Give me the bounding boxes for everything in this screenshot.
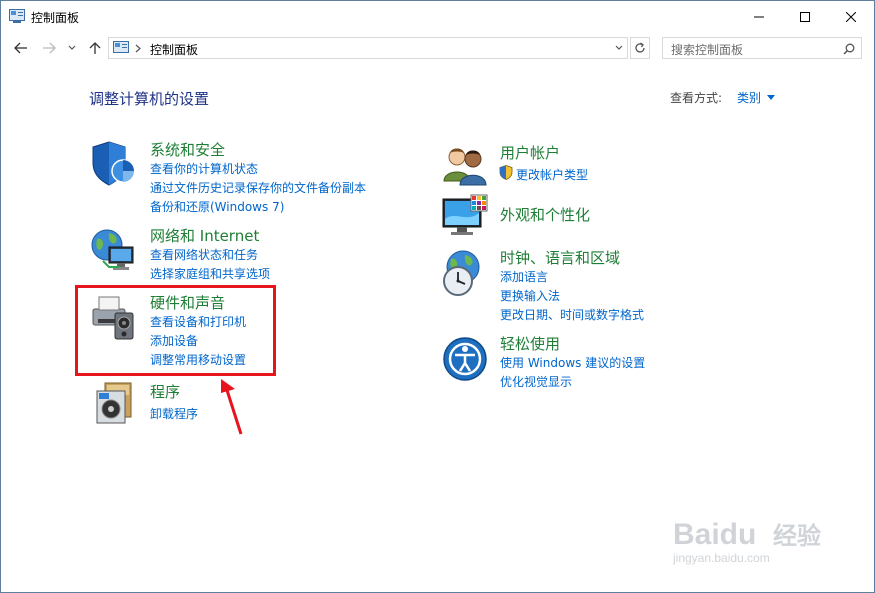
minimize-button[interactable] xyxy=(736,1,782,32)
highlight-box xyxy=(75,285,276,376)
back-button[interactable] xyxy=(11,38,31,58)
chevron-down-icon xyxy=(68,45,76,50)
address-dropdown-icon[interactable] xyxy=(615,45,623,51)
shield-icon[interactable] xyxy=(89,139,137,187)
address-bar[interactable]: 控制面板 xyxy=(108,37,628,59)
category-title-user-accounts[interactable]: 用户帐户 xyxy=(500,142,560,163)
up-arrow-icon xyxy=(89,42,101,54)
link-windows-recommended-settings[interactable]: 使用 Windows 建议的设置 xyxy=(500,354,645,371)
link-change-date-time-format[interactable]: 更改日期、时间或数字格式 xyxy=(500,306,644,323)
back-arrow-icon xyxy=(14,42,27,54)
address-path: 控制面板 xyxy=(150,43,199,57)
clock-globe-icon[interactable] xyxy=(441,249,489,297)
search-input[interactable]: 搜索控制面板 xyxy=(671,41,743,58)
control-panel-icon xyxy=(113,41,129,53)
link-uninstall-program[interactable]: 卸载程序 xyxy=(150,405,198,422)
baidu-jingyan-watermark: Baidu 经验 jingyan.baidu.com xyxy=(672,506,823,570)
baidu-watermark-logo: Baidu 经验 jingyan.baidu.com xyxy=(672,518,821,565)
monitor-palette-icon[interactable] xyxy=(441,193,489,241)
category-title-ease-of-access[interactable]: 轻松使用 xyxy=(500,333,560,354)
view-by-chevron-icon[interactable] xyxy=(767,95,775,100)
category-title-appearance-personalization[interactable]: 外观和个性化 xyxy=(500,204,590,225)
svg-text:经验: 经验 xyxy=(773,522,821,550)
view-by-label: 查看方式: xyxy=(670,91,723,105)
uac-shield-icon xyxy=(499,165,513,180)
control-panel-window: 控制面板 控制面板 搜索控制面板 调整计算机的设置 查看方式: 类别 系统和安全… xyxy=(0,0,875,593)
minimize-icon xyxy=(754,16,764,17)
link-change-input-method[interactable]: 更换输入法 xyxy=(500,287,560,304)
close-icon xyxy=(846,11,856,22)
link-view-computer-status[interactable]: 查看你的计算机状态 xyxy=(150,160,258,177)
link-backup-restore[interactable]: 备份和还原(Windows 7) xyxy=(150,198,284,215)
category-title-system-security[interactable]: 系统和安全 xyxy=(150,139,225,160)
maximize-button[interactable] xyxy=(782,1,828,32)
programs-icon[interactable] xyxy=(89,379,137,427)
up-button[interactable] xyxy=(85,38,105,58)
category-title-clock-language-region[interactable]: 时钟、语言和区域 xyxy=(500,247,620,268)
close-button[interactable] xyxy=(828,1,874,32)
svg-text:Baidu: Baidu xyxy=(673,518,756,551)
maximize-icon xyxy=(800,11,810,22)
refresh-icon xyxy=(635,42,645,53)
link-file-history-backup[interactable]: 通过文件历史记录保存你的文件备份副本 xyxy=(150,179,366,196)
users-icon[interactable] xyxy=(441,141,489,189)
page-heading: 调整计算机的设置 xyxy=(89,90,210,108)
link-view-network-status[interactable]: 查看网络状态和任务 xyxy=(150,246,258,263)
forward-button[interactable] xyxy=(39,38,59,58)
title-bar: 控制面板 xyxy=(1,1,874,32)
svg-text:jingyan.baidu.com: jingyan.baidu.com xyxy=(673,551,770,565)
window-title: 控制面板 xyxy=(31,11,80,25)
ease-of-access-icon[interactable] xyxy=(441,335,489,383)
view-by-dropdown[interactable]: 类别 xyxy=(737,89,761,106)
search-box[interactable]: 搜索控制面板 xyxy=(662,37,862,59)
link-optimize-visual-display[interactable]: 优化视觉显示 xyxy=(500,373,572,390)
category-title-network-internet[interactable]: 网络和 Internet xyxy=(150,225,259,246)
network-globe-icon[interactable] xyxy=(89,225,137,273)
annotation-arrow-icon xyxy=(221,379,243,435)
link-change-account-type[interactable]: 更改帐户类型 xyxy=(516,166,588,183)
recent-locations-button[interactable] xyxy=(65,38,79,58)
search-icon[interactable] xyxy=(843,43,855,55)
refresh-button[interactable] xyxy=(630,37,650,59)
link-homegroup-sharing[interactable]: 选择家庭组和共享选项 xyxy=(150,265,270,282)
forward-arrow-icon xyxy=(43,42,56,54)
control-panel-icon xyxy=(9,9,25,23)
category-title-programs[interactable]: 程序 xyxy=(150,381,180,402)
link-add-language[interactable]: 添加语言 xyxy=(500,268,548,285)
chevron-right-icon xyxy=(135,44,141,53)
